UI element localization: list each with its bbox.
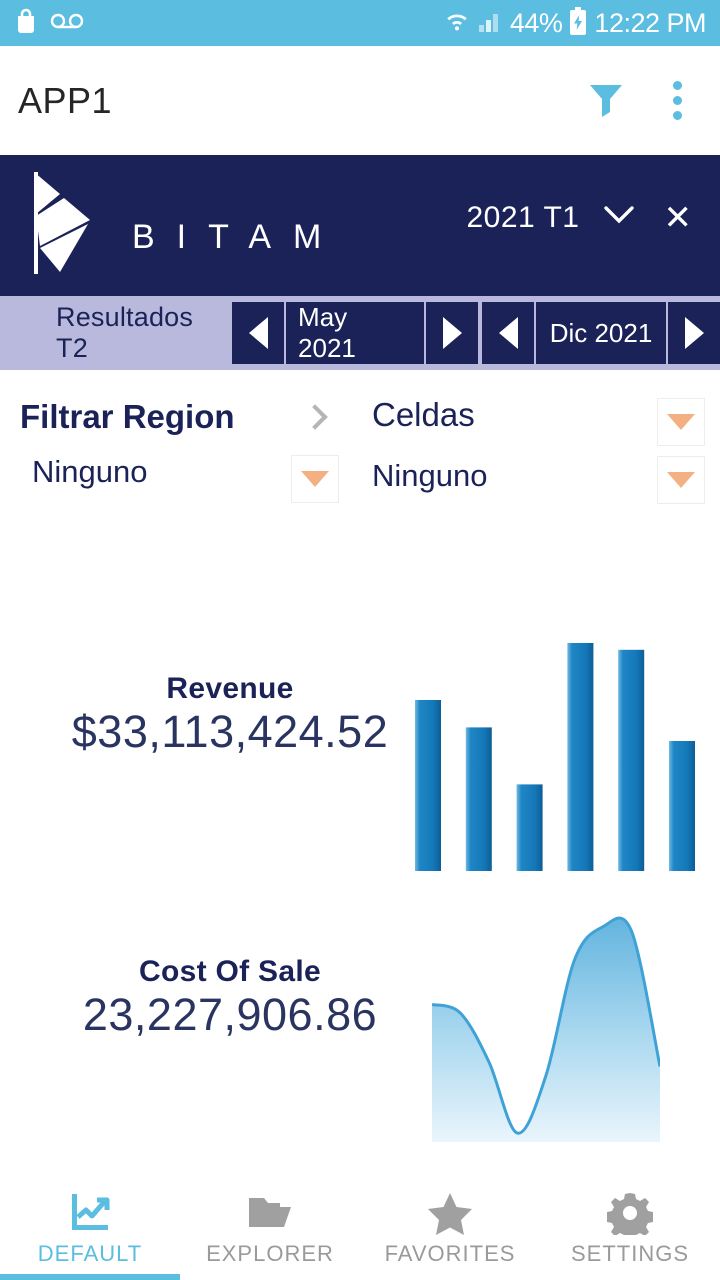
arrow-left-icon — [248, 317, 268, 349]
arrow-right-icon — [684, 317, 704, 349]
filter-celdas-dropdown-button[interactable] — [657, 398, 705, 446]
period-steppers: May 2021 Dic 2021 — [232, 302, 720, 364]
app-bar: APP1 — [0, 46, 720, 155]
bitam-logo-icon — [30, 168, 110, 283]
status-bar-clock: 12:22 PM — [594, 7, 706, 38]
kpi-card-revenue[interactable]: Revenue $33,113,424.52 — [0, 620, 720, 880]
nav-active-indicator — [0, 1274, 180, 1280]
shopping-bag-icon — [14, 8, 38, 39]
wifi-icon — [444, 8, 470, 39]
start-period-prev-button[interactable] — [232, 302, 285, 364]
chevron-down-icon[interactable] — [602, 204, 636, 231]
brand-bar: BITAM 2021 T1 ✕ — [0, 155, 720, 296]
nav-item-explorer[interactable]: EXPLORER — [180, 1184, 360, 1280]
arrow-left-icon — [498, 317, 518, 349]
nav-item-favorites[interactable]: FAVORITES — [360, 1184, 540, 1280]
brand-bar-controls: 2021 T1 ✕ — [466, 199, 698, 237]
chevron-right-icon[interactable] — [302, 404, 328, 430]
dropdown-triangle-icon — [301, 471, 329, 487]
battery-percent-label: 44% — [509, 7, 563, 38]
filter-region-dropdown-button[interactable] — [291, 455, 339, 503]
kpi-cost-text: Cost Of Sale 23,227,906.86 — [40, 955, 420, 1041]
kpi-revenue-label: Revenue — [166, 672, 294, 705]
kpi-cost-of-sale-label: Cost Of Sale — [139, 955, 321, 988]
battery-charging-icon — [569, 6, 587, 40]
start-period-value[interactable]: May 2021 — [286, 302, 425, 364]
nav-item-settings[interactable]: SETTINGS — [540, 1184, 720, 1280]
page-title: APP1 — [18, 79, 113, 121]
cellular-signal-icon — [477, 9, 503, 38]
dropdown-triangle-icon — [667, 472, 695, 488]
end-period-prev-button[interactable] — [482, 302, 534, 364]
period-nav-bar: Resultados T2 May 2021 Dic 2021 — [0, 296, 720, 370]
folder-icon — [246, 1190, 294, 1236]
revenue-bar-chart — [415, 643, 695, 871]
gear-icon — [607, 1190, 653, 1236]
kpi-revenue-text: Revenue $33,113,424.52 — [40, 672, 420, 758]
filter-region-value[interactable]: Ninguno — [32, 454, 147, 490]
start-period-stepper: May 2021 — [232, 302, 479, 364]
bottom-navigation: DEFAULT EXPLORER FAVORITES SETTINGS — [0, 1184, 720, 1280]
filter-funnel-icon[interactable] — [585, 77, 627, 124]
cost-of-sale-area-chart — [432, 916, 660, 1142]
end-period-stepper: Dic 2021 — [482, 302, 720, 364]
chart-line-icon — [67, 1190, 113, 1236]
end-period-next-button[interactable] — [668, 302, 720, 364]
kpi-cost-of-sale-value: 23,227,906.86 — [82, 989, 378, 1040]
overflow-menu-icon[interactable] — [665, 77, 690, 124]
nav-label-settings: SETTINGS — [570, 1241, 689, 1266]
kpi-revenue-value: $33,113,424.52 — [71, 706, 389, 757]
period-selector-label[interactable]: 2021 T1 — [466, 201, 579, 235]
filter-celdas-value[interactable]: Ninguno — [372, 458, 487, 494]
nav-label-favorites: FAVORITES — [384, 1241, 516, 1266]
voicemail-icon — [50, 12, 84, 35]
report-name-label: Resultados T2 — [56, 302, 194, 363]
status-bar: 44% 12:22 PM — [0, 0, 720, 46]
nav-label-default: DEFAULT — [37, 1241, 143, 1266]
dropdown-triangle-icon — [667, 414, 695, 430]
star-icon — [427, 1190, 473, 1236]
status-bar-right-icons: 44% 12:22 PM — [444, 6, 706, 40]
end-period-value[interactable]: Dic 2021 — [536, 302, 666, 364]
nav-item-default[interactable]: DEFAULT — [0, 1184, 180, 1280]
start-period-next-button[interactable] — [426, 302, 479, 364]
nav-label-explorer: EXPLORER — [206, 1241, 334, 1266]
filter-panel: Filtrar Region Ninguno Celdas Ninguno — [0, 370, 720, 540]
filter-celdas-title: Celdas — [372, 396, 475, 433]
app-bar-actions — [585, 77, 702, 124]
close-icon[interactable]: ✕ — [658, 199, 699, 237]
filter-celdas-value-dropdown-button[interactable] — [657, 456, 705, 504]
arrow-right-icon — [442, 317, 462, 349]
filter-region-title: Filtrar Region — [20, 398, 235, 435]
brand-name: BITAM — [132, 217, 344, 256]
kpi-card-cost-of-sale[interactable]: Cost Of Sale 23,227,906.86 — [0, 905, 720, 1150]
status-bar-left-icons — [14, 8, 84, 39]
